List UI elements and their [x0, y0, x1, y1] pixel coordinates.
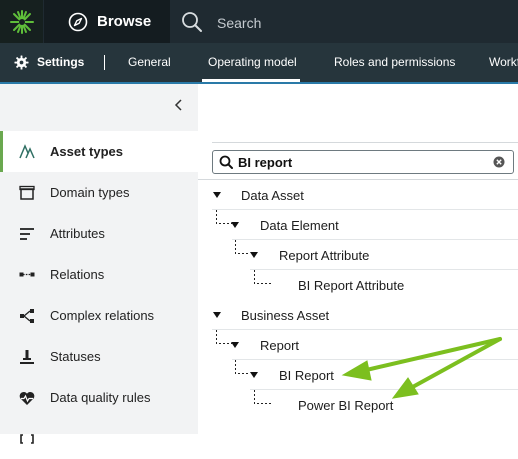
tree-row[interactable]: BI Report [198, 360, 518, 390]
browse-label: Browse [97, 13, 152, 30]
tree-row[interactable]: Report Attribute [198, 240, 518, 270]
compass-icon [68, 12, 88, 31]
caret-down-icon[interactable] [250, 252, 258, 258]
complex-relations-icon [18, 307, 36, 325]
sidebar-item-label: Data quality rules [50, 390, 151, 405]
search-icon [182, 11, 202, 32]
tab-roles-and-permissions[interactable]: Roles and permissions [334, 43, 455, 82]
sidebar-item-label: Asset types [50, 144, 123, 159]
tree-row-label: Power BI Report [298, 398, 394, 413]
global-search[interactable]: Search [170, 0, 518, 43]
app-logo[interactable] [0, 0, 43, 43]
data-quality-icon [18, 389, 36, 407]
top-bar: Browse Search [0, 0, 518, 43]
sidebar-item-more[interactable] [0, 418, 198, 459]
sidebar-item-attributes[interactable]: Attributes [0, 213, 198, 254]
sidebar-item-label: Complex relations [50, 308, 155, 323]
tree-connector [254, 390, 272, 404]
tree-row-label: Data Element [260, 218, 339, 233]
sidebar-item-relations[interactable]: Relations [0, 254, 198, 295]
main-panel: BI report Data Asset Data Element Report… [198, 84, 518, 434]
statuses-icon [18, 348, 36, 366]
tree-row[interactable]: Report [198, 330, 518, 360]
sidebar-item-asset-types[interactable]: Asset types [0, 131, 198, 172]
sidebar-item-label: Relations [50, 267, 105, 282]
sidebar-item-label: Domain types [50, 185, 130, 200]
sidebar: Asset types Domain types Attributes Rela… [0, 84, 198, 444]
sidebar-item-complex-relations[interactable]: Complex relations [0, 295, 198, 336]
bracket-icon [18, 430, 36, 448]
tree-row-label: BI Report [279, 368, 334, 383]
domain-types-icon [18, 184, 36, 202]
tree-row[interactable]: Data Element [198, 210, 518, 240]
attributes-icon [18, 225, 36, 243]
search-placeholder: Search [217, 15, 262, 31]
divider [104, 55, 105, 70]
caret-down-icon[interactable] [213, 312, 221, 318]
filter-input[interactable]: BI report [212, 150, 514, 174]
tree-connector [254, 270, 272, 284]
asset-types-icon [18, 143, 36, 161]
caret-down-icon[interactable] [213, 192, 221, 198]
settings-tab-bar: Settings General Operating model Roles a… [0, 43, 518, 82]
tab-workflows[interactable]: Workf [489, 43, 518, 82]
tree-connector [235, 240, 250, 254]
caret-down-icon[interactable] [250, 372, 258, 378]
tree-row[interactable]: Data Asset [198, 180, 518, 210]
settings-title: Settings [37, 55, 85, 69]
sidebar-item-data-quality-rules[interactable]: Data quality rules [0, 377, 198, 418]
sidebar-item-label: Statuses [50, 349, 101, 364]
collibra-logo-icon [9, 9, 34, 34]
tree-row-label: Data Asset [241, 188, 304, 203]
tree-row[interactable]: Business Asset [198, 300, 518, 330]
relations-icon [18, 266, 36, 284]
sidebar-item-statuses[interactable]: Statuses [0, 336, 198, 377]
tree-row-label: BI Report Attribute [298, 278, 405, 293]
tree-row-label: Report Attribute [279, 248, 370, 263]
caret-down-icon[interactable] [231, 222, 239, 228]
browse-button[interactable]: Browse [44, 0, 170, 43]
tree-connector [235, 360, 250, 374]
divider [212, 142, 518, 143]
clear-icon[interactable] [493, 156, 505, 168]
caret-down-icon[interactable] [231, 342, 239, 348]
tree-row[interactable]: BI Report Attribute [198, 270, 518, 300]
tab-general[interactable]: General [128, 43, 171, 82]
tab-operating-model[interactable]: Operating model [208, 43, 297, 82]
gear-icon [14, 55, 29, 70]
filter-value: BI report [238, 155, 293, 170]
tree-row-label: Report [260, 338, 300, 353]
chevron-left-icon[interactable] [172, 98, 186, 112]
sidebar-item-domain-types[interactable]: Domain types [0, 172, 198, 213]
sidebar-item-label: Attributes [50, 226, 105, 241]
tree-row[interactable]: Power BI Report [198, 390, 518, 420]
search-icon [219, 155, 233, 169]
tree-row-label: Business Asset [241, 308, 330, 323]
